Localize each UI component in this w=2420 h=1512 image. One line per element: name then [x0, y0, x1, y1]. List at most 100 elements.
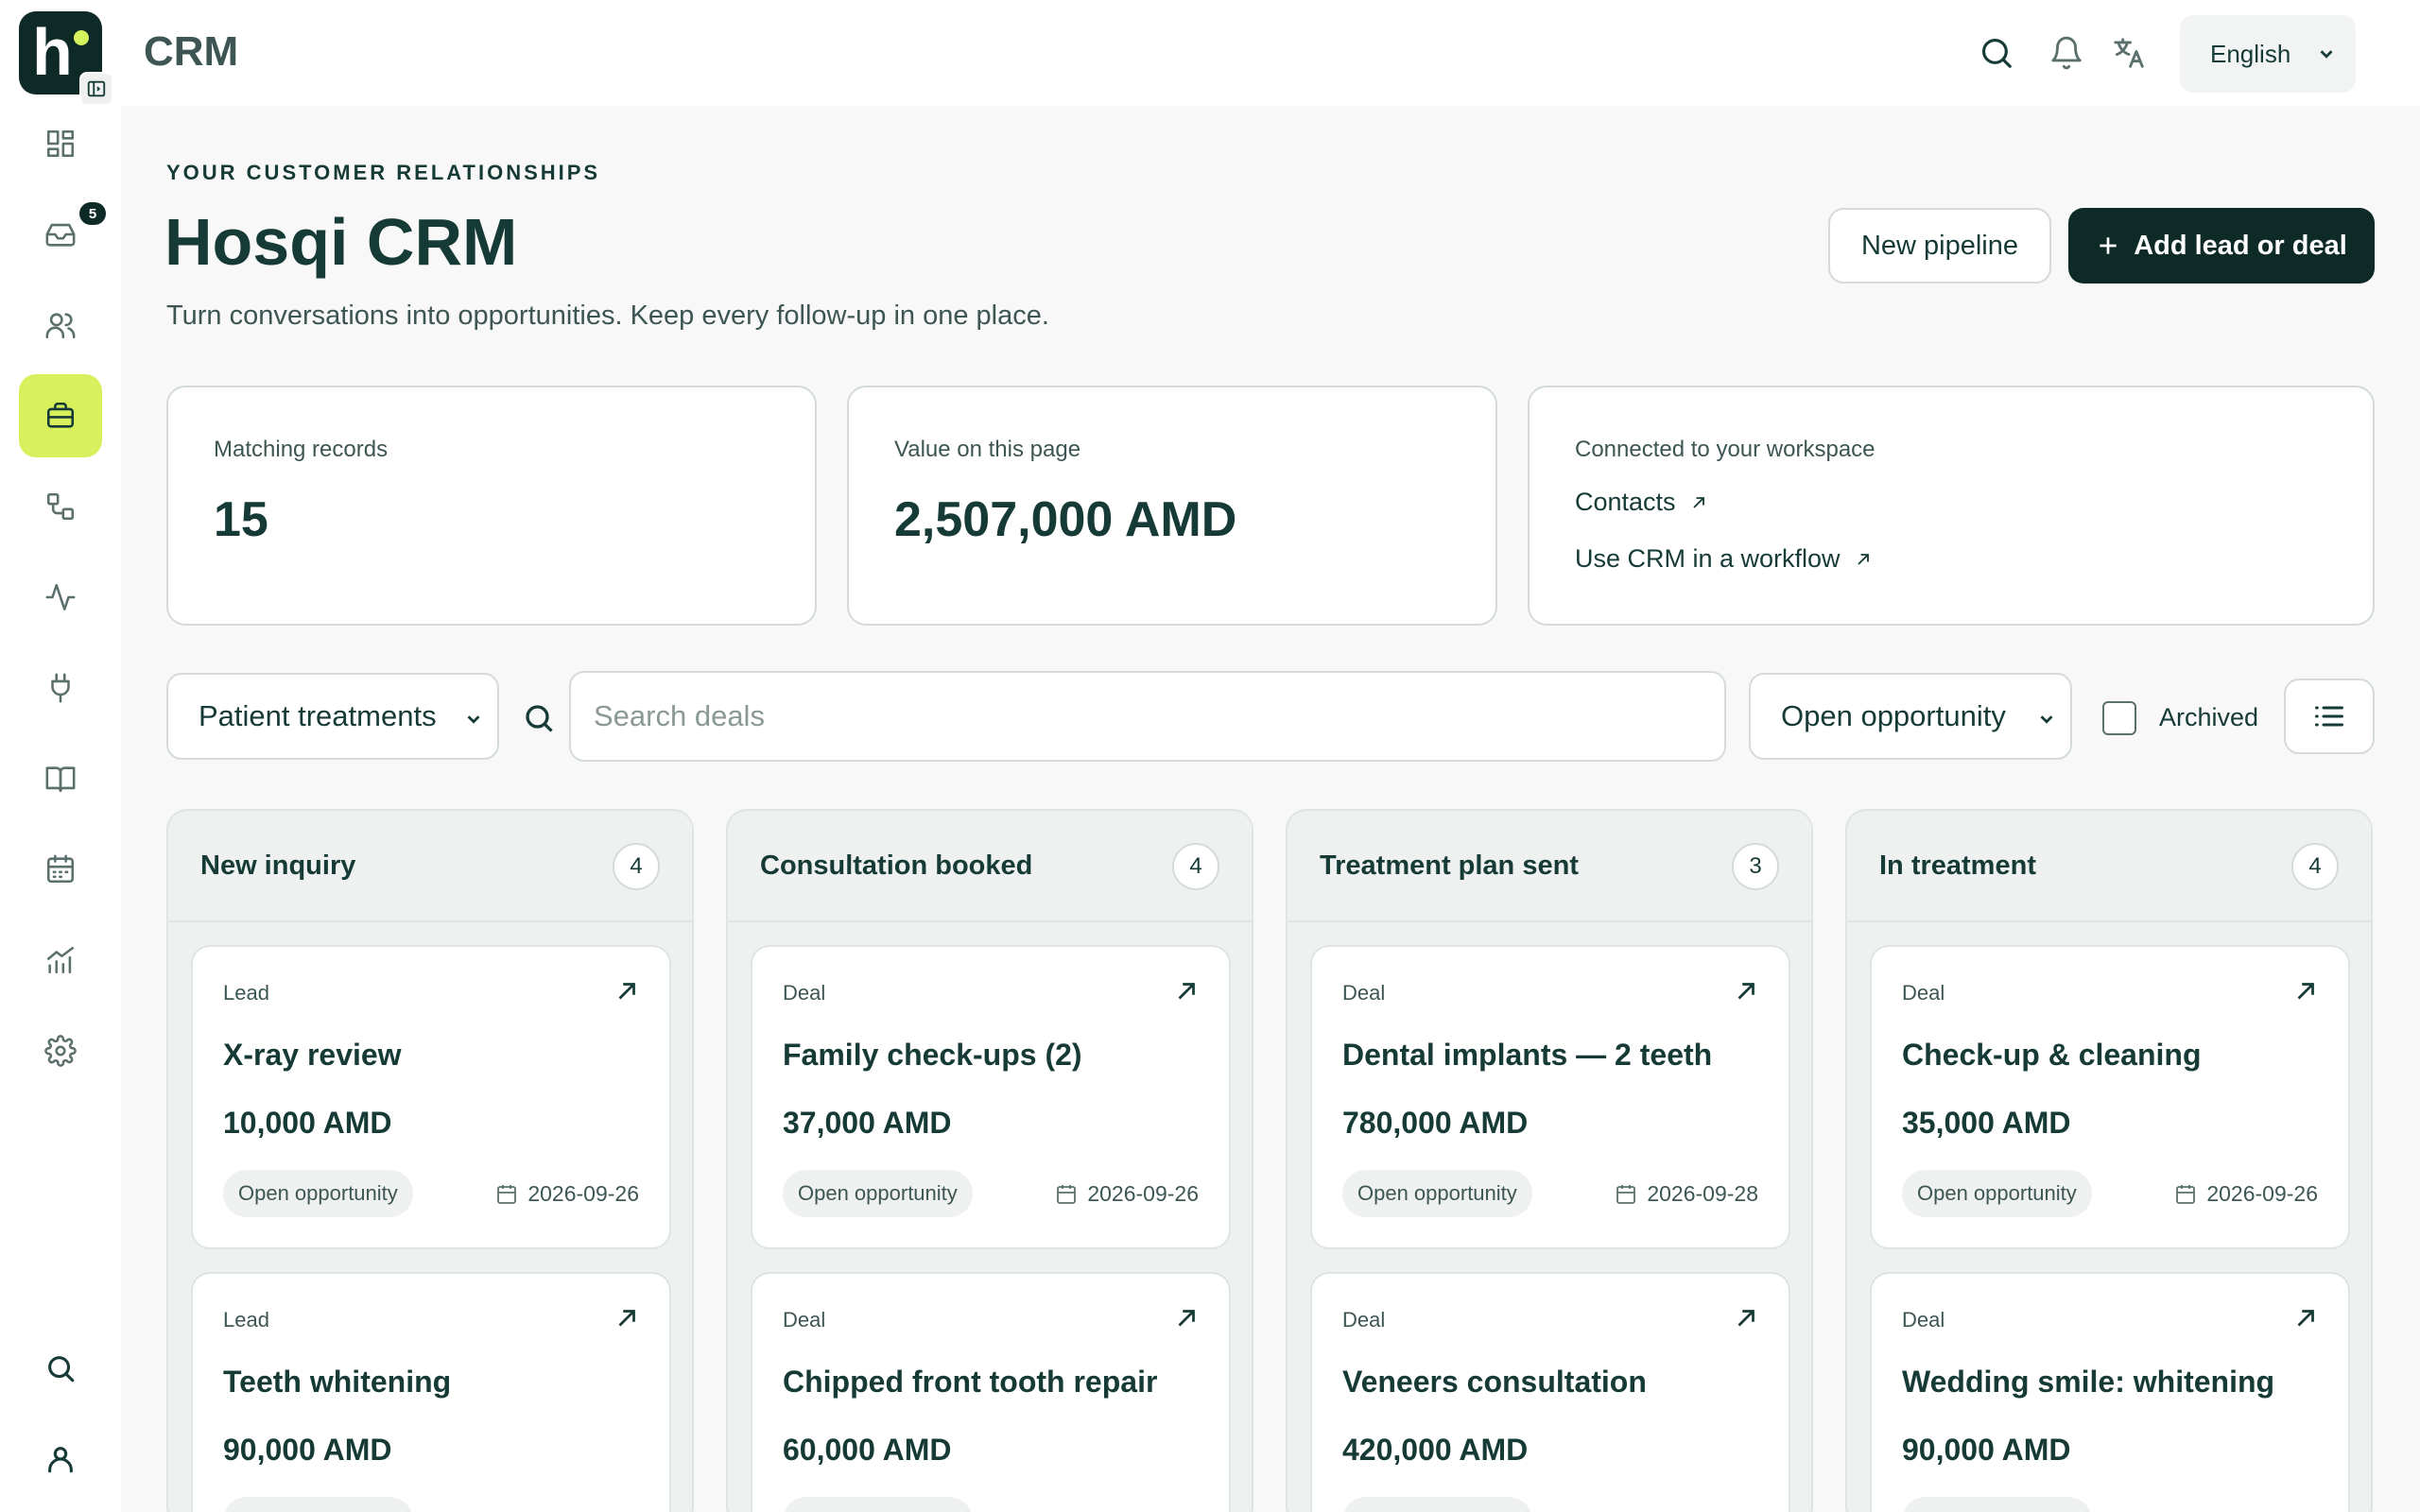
card-date-text: 2026-09-28: [1647, 1508, 1758, 1512]
sidebar-item-activity[interactable]: [19, 556, 102, 639]
open-card-icon[interactable]: [1732, 977, 1760, 1005]
open-card-icon[interactable]: [1172, 977, 1201, 1005]
card-date-text: 2026-09-26: [1087, 1508, 1199, 1512]
archived-label: Archived: [2159, 703, 2259, 731]
notifications-button[interactable]: [2044, 30, 2089, 76]
card-value: 60,000 AMD: [783, 1433, 952, 1467]
new-pipeline-button[interactable]: New pipeline: [1828, 208, 2051, 284]
plug-icon: [51, 673, 70, 703]
deal-card[interactable]: Deal Wedding smile: whitening 90,000 AMD…: [1870, 1272, 2350, 1512]
card-due-date: 2026-09-26: [1055, 1181, 1199, 1207]
card-due-date: 2026-09-26: [495, 1181, 639, 1207]
column-header: Treatment plan sent 3: [1288, 811, 1811, 922]
open-card-icon[interactable]: [613, 977, 641, 1005]
card-status-badge: Open opportunity: [223, 1497, 413, 1512]
card-status-badge: Open opportunity: [1342, 1497, 1532, 1512]
card-date-text: 2026-09-26: [1087, 1181, 1199, 1206]
sidebar-item-settings[interactable]: [19, 1009, 102, 1092]
view-toggle-button[interactable]: [2284, 679, 2375, 754]
column-count: 4: [613, 843, 660, 890]
settings-icon: [44, 1035, 77, 1067]
card-type: Deal: [783, 981, 826, 1005]
archived-checkbox[interactable]: [2102, 701, 2136, 735]
search-deals-input[interactable]: [569, 671, 1726, 762]
stat-value: 2,507,000 AMD: [894, 492, 1237, 547]
sidebar-profile-button[interactable]: [19, 1418, 102, 1501]
deal-card[interactable]: Deal Dental implants — 2 teeth 780,000 A…: [1310, 945, 1790, 1249]
card-due-date: 2026-09-28: [1615, 1181, 1758, 1207]
language-select[interactable]: English: [2180, 15, 2356, 93]
card-type: Deal: [1342, 981, 1386, 1005]
open-card-icon[interactable]: [1732, 1304, 1760, 1332]
sidebar-item-knowledge[interactable]: [19, 737, 102, 820]
card-title: Veneers consultation: [1342, 1365, 1647, 1399]
card-title: Dental implants — 2 teeth: [1342, 1038, 1713, 1072]
translate-button[interactable]: [2106, 30, 2152, 76]
briefcase-icon: [46, 402, 75, 428]
kanban-column-new-inquiry: New inquiry 4 Lead X-ray review 10,000 A…: [166, 809, 694, 1512]
sidebar-item-crm[interactable]: [19, 374, 102, 457]
card-title: Teeth whitening: [223, 1365, 452, 1399]
card-value: 37,000 AMD: [783, 1106, 952, 1140]
contacts-link[interactable]: Contacts: [1575, 488, 1708, 517]
search-icon: [1981, 38, 2012, 68]
status-select[interactable]: Open opportunity: [1749, 673, 2072, 760]
pipeline-value: Patient treatments: [199, 699, 437, 732]
kanban-column-consultation-booked: Consultation booked 4 Deal Family check-…: [726, 809, 1253, 1512]
main-content: YOUR CUSTOMER RELATIONSHIPS Hosqi CRM Tu…: [121, 106, 2420, 1512]
user-icon: [48, 1447, 73, 1473]
open-card-icon[interactable]: [2291, 1304, 2320, 1332]
sidebar-item-analytics[interactable]: [19, 919, 102, 1002]
card-date-text: 2026-09-26: [527, 1508, 639, 1512]
language-value: English: [2210, 39, 2291, 68]
card-due-date: 2026-09-26: [2174, 1508, 2318, 1512]
column-title: In treatment: [1879, 850, 2036, 881]
add-lead-or-deal-button[interactable]: Add lead or deal: [2068, 208, 2375, 284]
deal-card[interactable]: Lead Teeth whitening 90,000 AMD Open opp…: [191, 1272, 671, 1512]
card-type: Deal: [783, 1308, 826, 1332]
column-count: 4: [1172, 843, 1219, 890]
sidebar-item-contacts[interactable]: [19, 284, 102, 367]
sidebar-item-flows[interactable]: [19, 465, 102, 548]
open-card-icon[interactable]: [1172, 1304, 1201, 1332]
card-status-badge: Open opportunity: [783, 1497, 973, 1512]
sidebar-collapse-button[interactable]: [79, 72, 113, 106]
card-type: Lead: [223, 1308, 269, 1332]
deal-card[interactable]: Deal Family check-ups (2) 37,000 AMD Ope…: [751, 945, 1231, 1249]
inbox-icon: [45, 223, 76, 247]
logo-dot: [74, 30, 89, 45]
card-status-badge: Open opportunity: [223, 1170, 413, 1217]
workflow-link[interactable]: Use CRM in a workflow: [1575, 544, 1873, 574]
plus-icon: [2100, 237, 2117, 254]
deal-card[interactable]: Deal Check-up & cleaning 35,000 AMD Open…: [1870, 945, 2350, 1249]
card-value: 90,000 AMD: [1902, 1433, 2071, 1467]
contacts-link-label: Contacts: [1575, 488, 1676, 516]
sidebar-item-inbox[interactable]: 5: [19, 193, 106, 276]
pipeline-select[interactable]: Patient treatments: [166, 673, 499, 760]
global-search-button[interactable]: [1974, 30, 2019, 76]
sidebar-item-dashboard[interactable]: [19, 102, 102, 185]
open-card-icon[interactable]: [2291, 977, 2320, 1005]
add-lead-or-deal-label: Add lead or deal: [2134, 230, 2347, 261]
chevron-down-icon: [2320, 50, 2333, 59]
external-link-icon: [1692, 496, 1704, 508]
sidebar-item-calendar[interactable]: [19, 828, 102, 911]
card-title: Wedding smile: whitening: [1902, 1365, 2275, 1399]
deal-card[interactable]: Lead X-ray review 10,000 AMD Open opport…: [191, 945, 671, 1249]
deal-card[interactable]: Deal Chipped front tooth repair 60,000 A…: [751, 1272, 1231, 1512]
external-link-icon: [1857, 553, 1869, 565]
card-value: 420,000 AMD: [1342, 1433, 1529, 1467]
translate-icon: [2114, 38, 2144, 68]
sidebar-item-integrations[interactable]: [19, 646, 102, 730]
search-icon: [48, 1356, 75, 1383]
bell-icon: [2051, 36, 2082, 70]
card-title: X-ray review: [223, 1038, 402, 1072]
stat-label: Matching records: [214, 437, 389, 462]
card-title: Check-up & cleaning: [1902, 1038, 2202, 1072]
deal-card[interactable]: Deal Veneers consultation 420,000 AMD Op…: [1310, 1272, 1790, 1512]
open-card-icon[interactable]: [613, 1304, 641, 1332]
page-title: Hosqi CRM: [164, 205, 518, 279]
card-value: 35,000 AMD: [1902, 1106, 2071, 1140]
calendar-icon: [1057, 1184, 1077, 1204]
sidebar-search-button[interactable]: [19, 1327, 102, 1410]
